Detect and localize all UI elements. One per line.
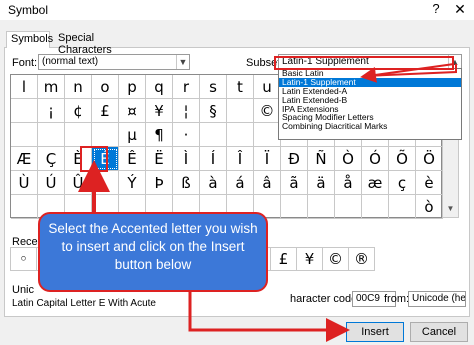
annotation-arrows	[78, 63, 457, 342]
arrow-to-insert	[188, 292, 350, 342]
